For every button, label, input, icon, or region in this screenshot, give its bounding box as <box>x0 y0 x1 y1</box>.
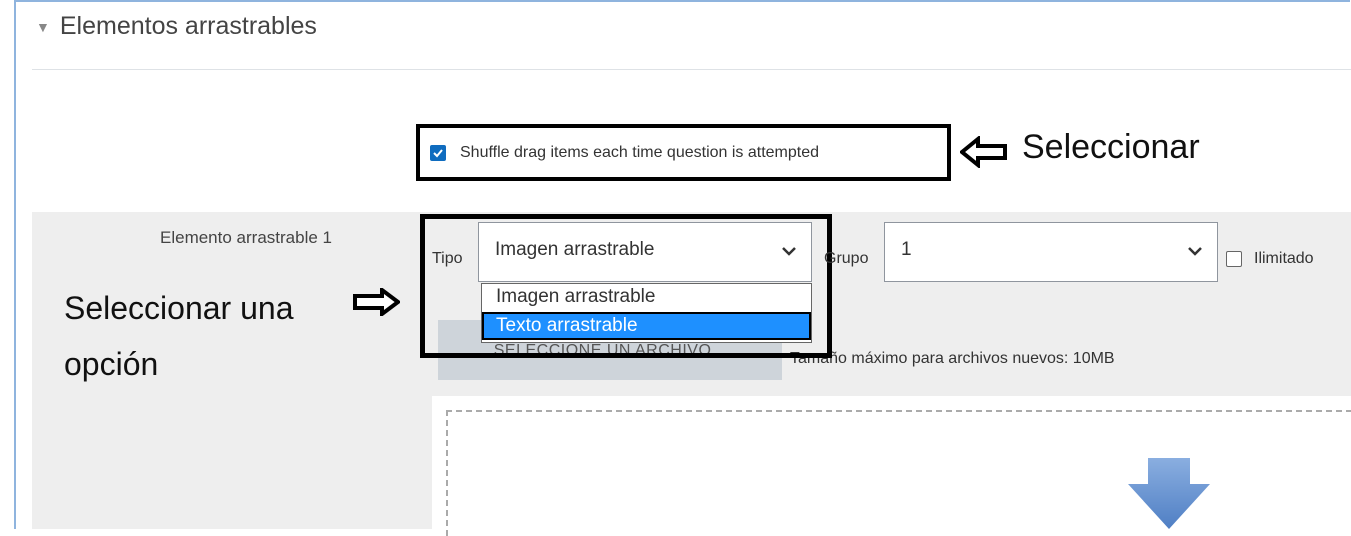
annotation-line-2: opción <box>64 346 159 382</box>
ilimitado-checkbox[interactable] <box>1226 251 1242 267</box>
annotation-select-option: Seleccionar una opción <box>64 280 364 392</box>
drop-zone-border <box>446 410 1351 536</box>
annotation-select: Seleccionar <box>1022 128 1200 166</box>
grupo-selected-value: 1 <box>901 239 912 260</box>
drag-item-label: Elemento arrastrable 1 <box>160 228 332 247</box>
shuffle-checkbox[interactable] <box>430 144 446 161</box>
grupo-select[interactable]: 1 <box>884 222 1218 282</box>
grupo-label: Grupo <box>824 250 869 267</box>
annotation-line-1: Seleccionar una <box>64 290 294 326</box>
check-icon <box>433 148 443 157</box>
file-drop-area[interactable] <box>432 396 1351 536</box>
shuffle-highlight-box: Shuffle drag items each time question is… <box>416 124 951 181</box>
arrow-right-icon <box>353 288 400 316</box>
down-arrow-icon <box>1128 458 1210 529</box>
chevron-down-icon <box>1188 247 1202 256</box>
ilimitado-label: Ilimitado <box>1254 250 1314 267</box>
max-size-text: Tamaño máximo para archivos nuevos: 10MB <box>790 350 1115 367</box>
divider <box>32 69 1351 70</box>
section-header[interactable]: ▼ Elementos arrastrables <box>36 12 317 41</box>
tipo-highlight-box <box>420 214 832 358</box>
arrow-left-icon <box>960 136 1007 168</box>
section-title: Elementos arrastrables <box>59 12 317 40</box>
shuffle-label: Shuffle drag items each time question is… <box>460 143 820 161</box>
caret-down-icon: ▼ <box>36 18 50 35</box>
